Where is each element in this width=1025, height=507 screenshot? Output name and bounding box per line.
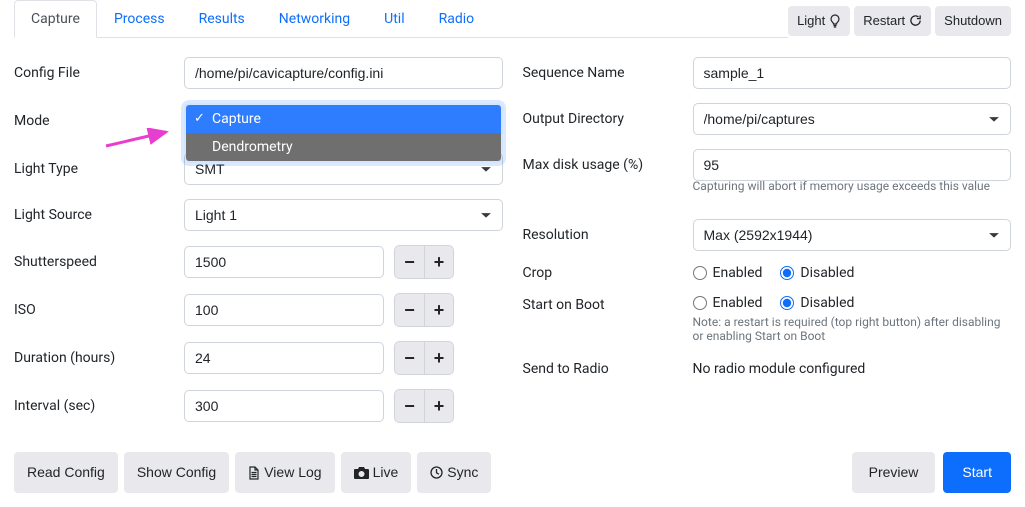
tab-results[interactable]: Results [182,0,262,38]
sync-label: Sync [447,462,478,483]
interval-decrement-button[interactable]: − [394,389,424,423]
duration-input[interactable] [184,342,384,374]
boot-disabled-radio[interactable] [780,296,794,310]
duration-increment-button[interactable]: + [424,341,454,375]
sequence-name-input[interactable] [693,57,1012,89]
light-type-label: Light Type [14,161,184,177]
resolution-label: Resolution [523,227,693,243]
shutterspeed-label: Shutterspeed [14,254,184,270]
preview-button[interactable]: Preview [852,452,936,493]
crop-enabled-option[interactable]: Enabled [693,265,763,281]
view-log-label: View Log [264,462,321,483]
tab-networking[interactable]: Networking [262,0,367,38]
light-button-label: Light [797,11,825,31]
interval-input[interactable] [184,390,384,422]
live-label: Live [373,462,399,483]
iso-input[interactable] [184,294,384,326]
interval-increment-button[interactable]: + [424,389,454,423]
crop-enabled-label: Enabled [713,265,763,281]
shutterspeed-increment-button[interactable]: + [424,245,454,279]
crop-enabled-radio[interactable] [693,266,707,280]
boot-enabled-option[interactable]: Enabled [693,295,763,311]
crop-disabled-radio[interactable] [780,266,794,280]
boot-note: Note: a restart is required (top right b… [693,315,1012,343]
boot-disabled-option[interactable]: Disabled [780,295,854,311]
show-config-button[interactable]: Show Config [124,452,229,493]
restart-button[interactable]: Restart [854,6,931,36]
shutterspeed-input[interactable] [184,246,384,278]
read-config-button[interactable]: Read Config [14,452,118,493]
boot-disabled-label: Disabled [800,295,854,311]
max-disk-input[interactable] [693,149,1012,181]
iso-increment-button[interactable]: + [424,293,454,327]
restart-icon [909,14,922,27]
iso-label: ISO [14,302,184,318]
start-on-boot-label: Start on Boot [523,295,693,313]
sync-button[interactable]: Sync [417,452,491,493]
tab-capture[interactable]: Capture [14,0,97,38]
boot-enabled-radio[interactable] [693,296,707,310]
crop-label: Crop [523,265,693,281]
interval-label: Interval (sec) [14,398,184,414]
tab-radio[interactable]: Radio [422,0,492,38]
tab-util[interactable]: Util [367,0,421,38]
config-file-input[interactable] [184,57,503,89]
boot-enabled-label: Enabled [713,295,763,311]
nav-tabs: Capture Process Results Networking Util … [14,0,788,38]
tab-process[interactable]: Process [97,0,182,38]
bulb-icon [829,14,841,28]
live-button[interactable]: Live [341,452,412,493]
max-disk-label: Max disk usage (%) [523,157,693,173]
output-dir-label: Output Directory [523,111,693,127]
crop-disabled-label: Disabled [800,265,854,281]
clock-icon [430,466,443,479]
document-icon [248,466,260,480]
duration-label: Duration (hours) [14,350,184,366]
crop-disabled-option[interactable]: Disabled [780,265,854,281]
light-source-select[interactable]: Light 1 [184,199,503,231]
output-dir-select[interactable]: /home/pi/captures [693,103,1012,135]
light-source-label: Light Source [14,207,184,223]
sequence-name-label: Sequence Name [523,65,693,81]
send-radio-label: Send to Radio [523,361,693,377]
config-file-label: Config File [14,65,184,81]
mode-option-dendrometry[interactable]: Dendrometry [186,133,501,161]
duration-decrement-button[interactable]: − [394,341,424,375]
light-button[interactable]: Light [788,6,850,36]
mode-select-open[interactable]: Capture Dendrometry [184,103,503,163]
mode-option-capture[interactable]: Capture [186,105,501,133]
iso-decrement-button[interactable]: − [394,293,424,327]
shutdown-button[interactable]: Shutdown [935,6,1011,36]
view-log-button[interactable]: View Log [235,452,334,493]
camera-icon [354,467,369,479]
max-disk-helper: Capturing will abort if memory usage exc… [693,179,991,193]
restart-button-label: Restart [863,11,905,31]
mode-label: Mode [14,113,184,129]
shutterspeed-decrement-button[interactable]: − [394,245,424,279]
resolution-select[interactable]: Max (2592x1944) [693,219,1012,251]
start-button[interactable]: Start [943,452,1011,493]
send-radio-value: No radio module configured [693,361,1012,377]
